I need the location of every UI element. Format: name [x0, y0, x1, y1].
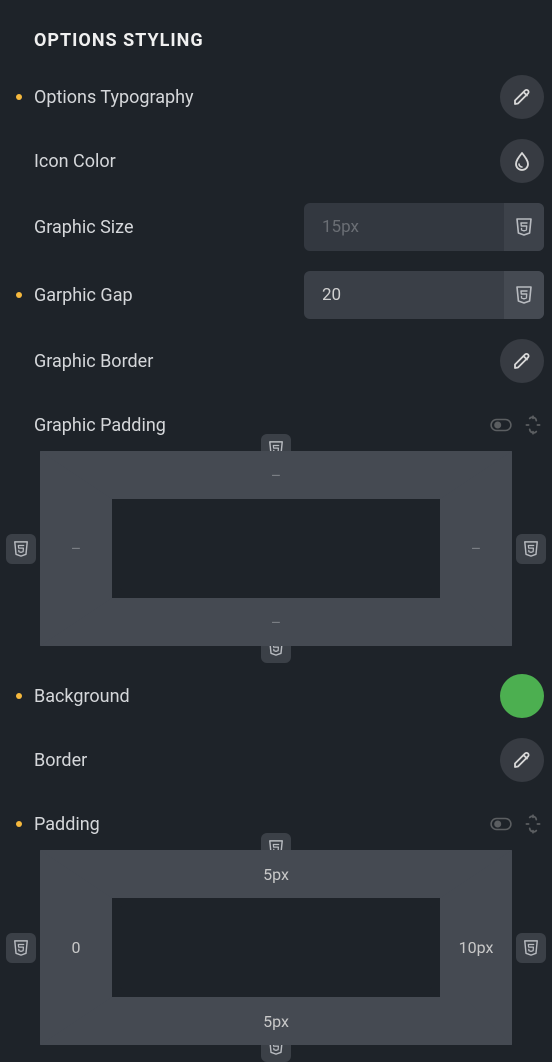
pencil-icon: [512, 750, 532, 770]
graphic-size-label: Graphic Size: [34, 217, 254, 238]
padding-right-value: 10px: [459, 938, 494, 957]
row-graphic-gap: Garphic Gap 20: [8, 271, 544, 319]
css-shield-icon: [515, 218, 533, 236]
pencil-icon: [512, 87, 532, 107]
css-shield-icon: [13, 541, 29, 557]
border-edit-button[interactable]: [500, 738, 544, 782]
css-shield-icon: [515, 286, 533, 304]
pencil-icon: [512, 351, 532, 371]
icon-color-label: Icon Color: [34, 151, 254, 172]
padding-top-input[interactable]: 5px: [40, 850, 512, 898]
padding-top-value: 5px: [263, 865, 289, 884]
graphic-size-css-button[interactable]: [504, 203, 544, 251]
graphic-gap-label: Garphic Gap: [34, 285, 254, 306]
graphic-padding-right-css-button[interactable]: [516, 534, 546, 564]
padding-right-css-button[interactable]: [516, 933, 546, 963]
graphic-gap-value: 20: [304, 285, 504, 305]
padding-inner: [120, 507, 432, 590]
padding-bottom-input[interactable]: 5px: [40, 997, 512, 1045]
graphic-border-label: Graphic Border: [34, 351, 254, 372]
css-shield-icon: [13, 940, 29, 956]
graphic-padding-bottom-value: –: [271, 613, 282, 632]
css-shield-icon: [523, 940, 539, 956]
graphic-gap-input[interactable]: 20: [304, 271, 544, 319]
typography-label: Options Typography: [34, 87, 254, 108]
graphic-padding-label: Graphic Padding: [34, 415, 254, 436]
background-label: Background: [34, 686, 254, 707]
padding-left-value: 0: [72, 938, 81, 957]
padding-inner: [120, 906, 432, 989]
toggle-icon[interactable]: [490, 414, 512, 436]
graphic-padding-bottom-input[interactable]: –: [40, 598, 512, 646]
graphic-padding-left-value: –: [71, 539, 82, 558]
typography-edit-button[interactable]: [500, 75, 544, 119]
row-background: Background: [8, 674, 544, 718]
graphic-size-value: 15px: [304, 217, 504, 237]
graphic-padding-top-input[interactable]: –: [40, 451, 512, 499]
icon-color-button[interactable]: [500, 139, 544, 183]
row-graphic-border: Graphic Border: [8, 339, 544, 383]
section-title: OPTIONS STYLING: [34, 30, 544, 51]
border-label: Border: [34, 750, 254, 771]
droplet-icon: [512, 151, 532, 171]
graphic-padding-left-css-button[interactable]: [6, 534, 36, 564]
bullet-icon: [16, 821, 22, 827]
graphic-padding-box: – – – –: [8, 451, 544, 646]
padding-bottom-value: 5px: [263, 1012, 289, 1031]
row-border: Border: [8, 738, 544, 782]
bullet-icon: [16, 693, 22, 699]
graphic-gap-css-button[interactable]: [504, 271, 544, 319]
bullet-icon: [16, 94, 22, 100]
css-shield-icon: [523, 541, 539, 557]
toggle-icon[interactable]: [490, 813, 512, 835]
unlink-icon[interactable]: [522, 414, 544, 436]
graphic-size-input[interactable]: 15px: [304, 203, 544, 251]
bullet-icon: [16, 292, 22, 298]
graphic-border-edit-button[interactable]: [500, 339, 544, 383]
padding-left-css-button[interactable]: [6, 933, 36, 963]
padding-box: 5px 10px 5px 0: [8, 850, 544, 1045]
graphic-padding-right-value: –: [471, 539, 482, 558]
unlink-icon[interactable]: [522, 813, 544, 835]
padding-label: Padding: [34, 814, 254, 835]
row-graphic-size: Graphic Size 15px: [8, 203, 544, 251]
background-color-swatch[interactable]: [500, 674, 544, 718]
row-options-typography: Options Typography: [8, 75, 544, 119]
row-icon-color: Icon Color: [8, 139, 544, 183]
graphic-padding-top-value: –: [271, 466, 282, 485]
